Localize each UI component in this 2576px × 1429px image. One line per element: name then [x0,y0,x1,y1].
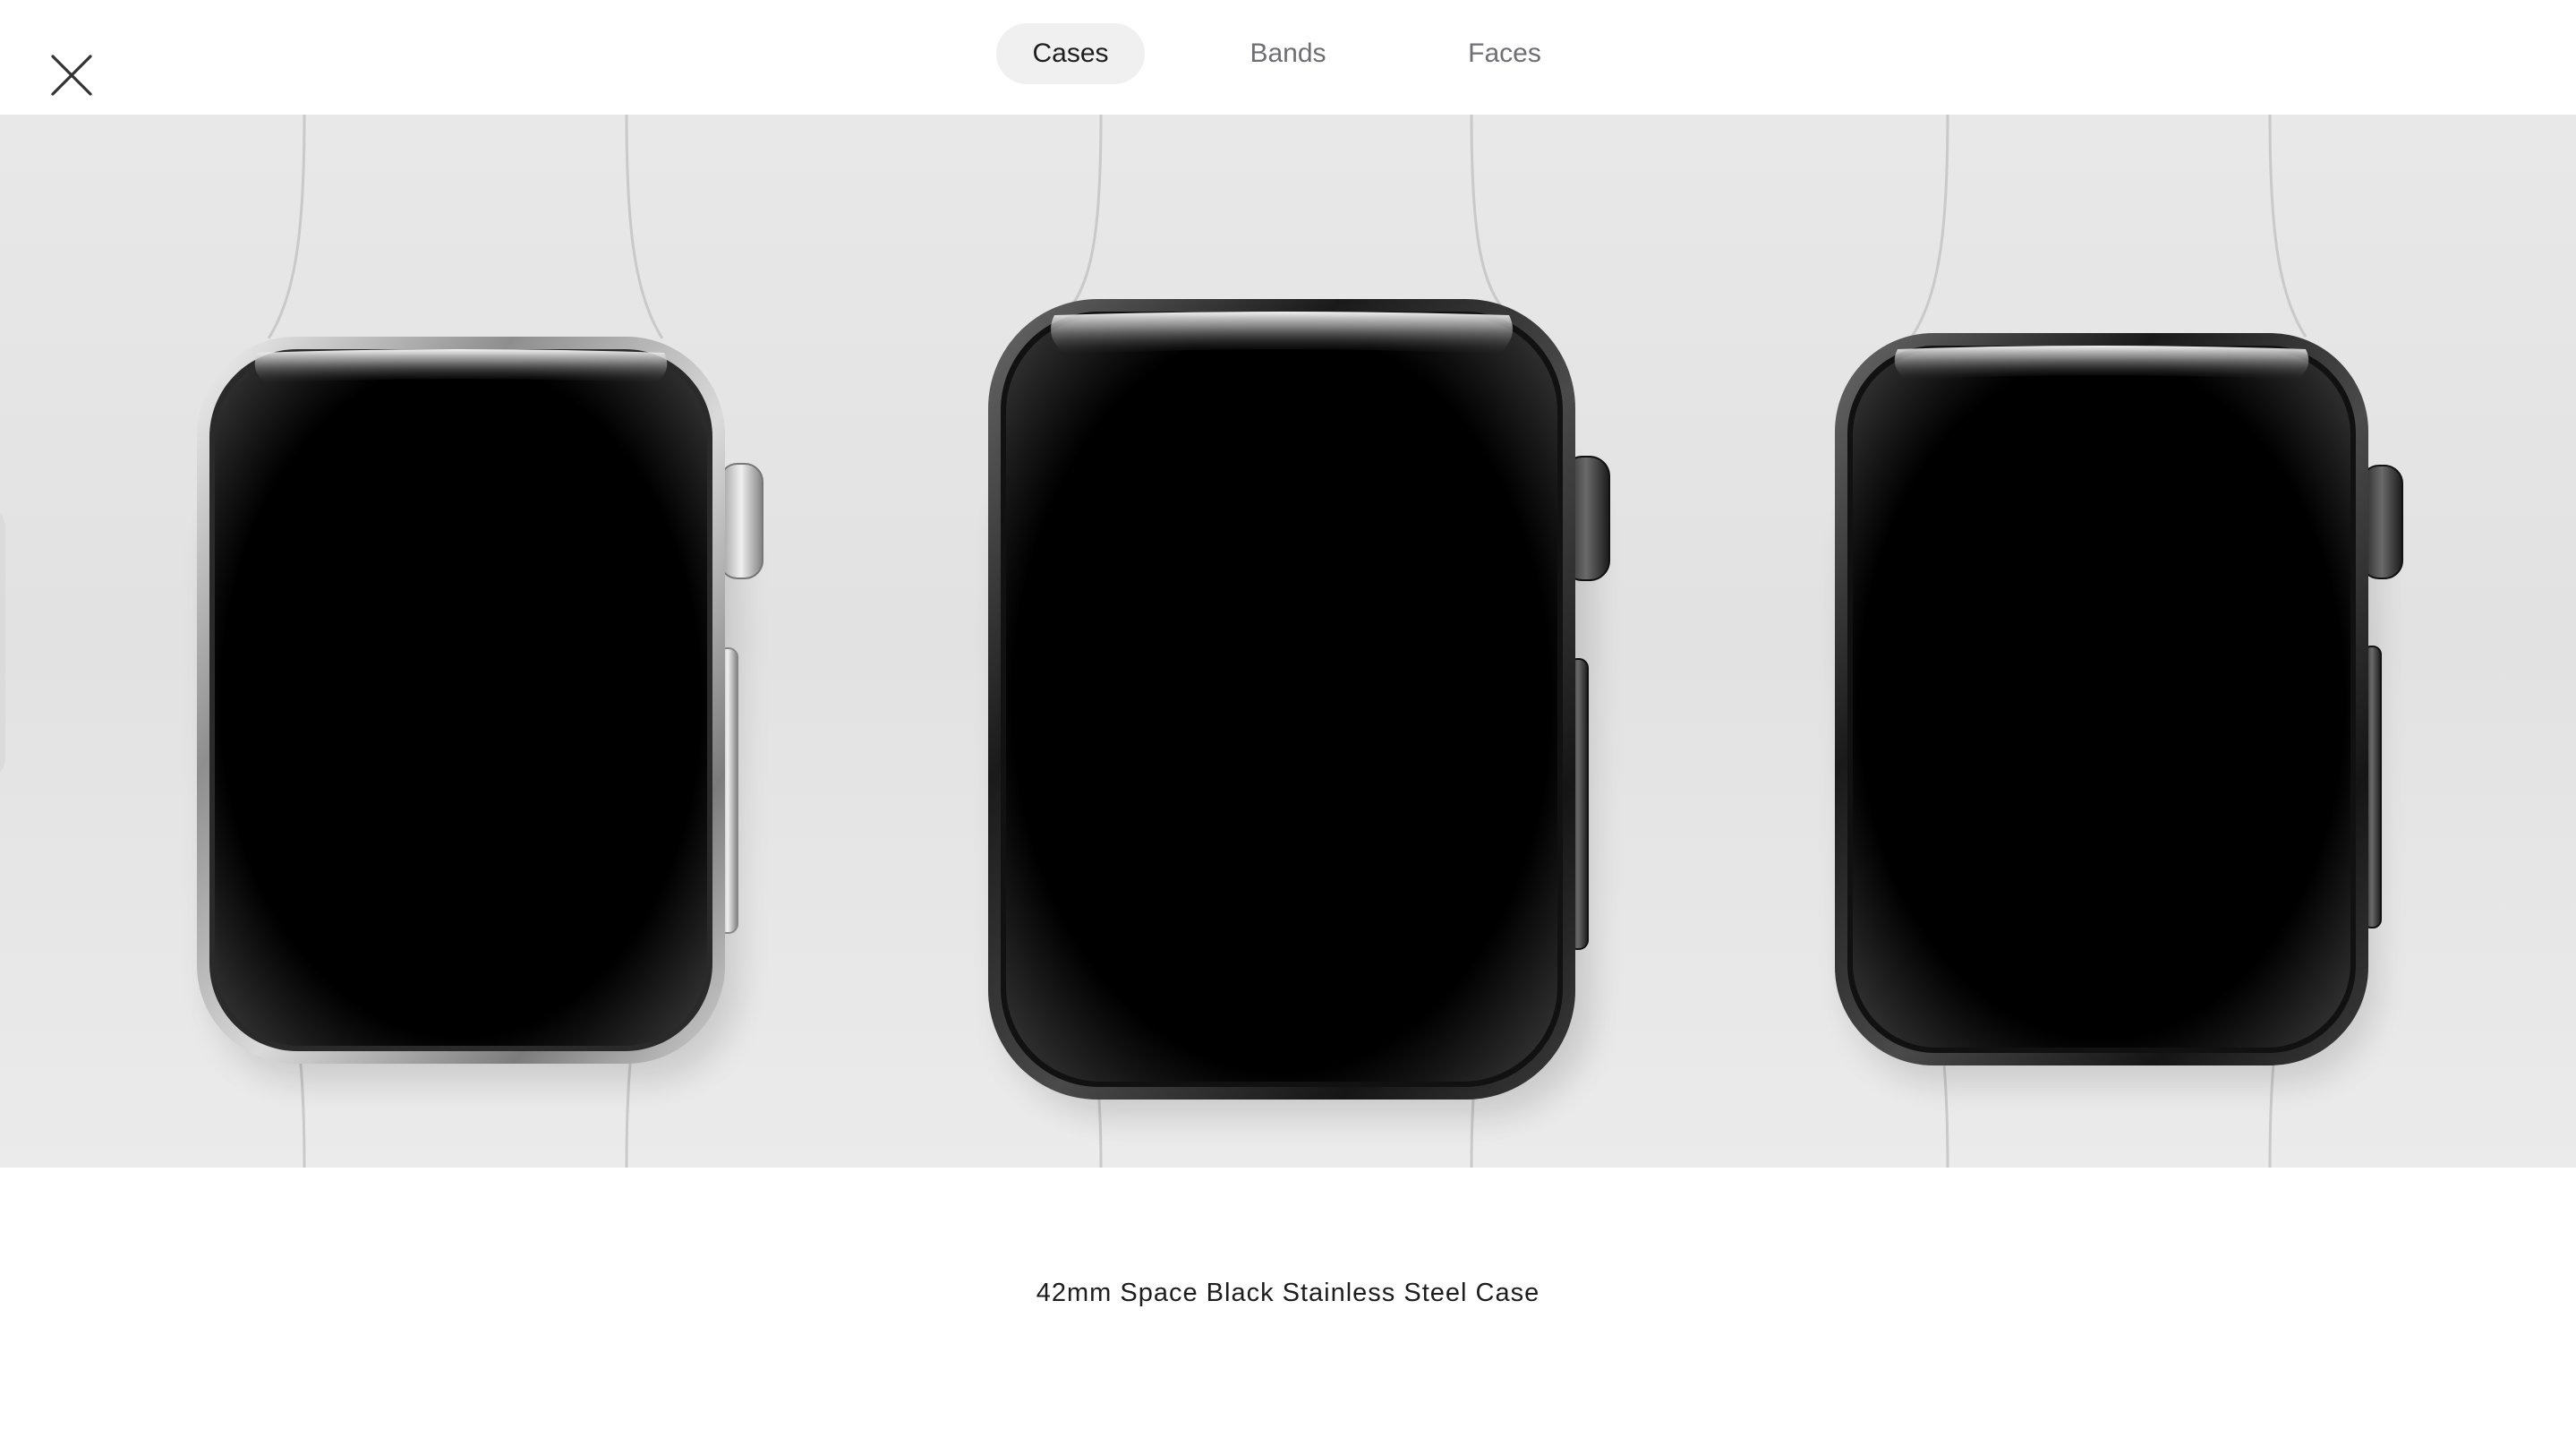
selected-case-caption: 42mm Space Black Stainless Steel Case [1036,1279,1540,1307]
tab-bands[interactable]: Bands [1215,23,1361,84]
tab-faces[interactable]: Faces [1432,23,1577,84]
tab-bar: Cases Bands Faces [0,23,2576,84]
tab-cases[interactable]: Cases [996,23,1145,84]
watch-carousel[interactable] [0,115,2576,1168]
watch-carousel-canvas [0,115,2576,1168]
header: Cases Bands Faces [0,0,2576,115]
offscreen-watch-edge [0,513,5,773]
case-picker-page: Cases Bands Faces 42mm Space Black Stain… [0,0,2576,1429]
